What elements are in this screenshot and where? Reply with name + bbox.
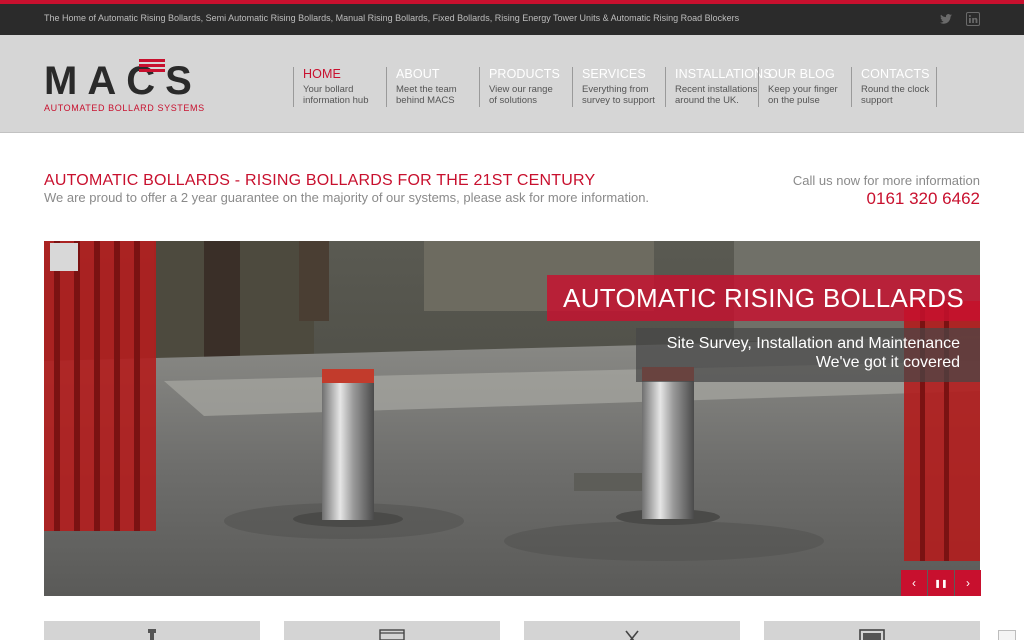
main-nav: HOME Your bollard information hub ABOUT … bbox=[293, 67, 937, 107]
logo-bars-icon bbox=[139, 59, 165, 74]
nav-desc-line1: Everything from bbox=[582, 84, 649, 95]
nav-item-services[interactable]: SERVICES Everything from survey to suppo… bbox=[572, 67, 665, 107]
slide-title-banner: AUTOMATIC RISING BOLLARDS bbox=[547, 275, 980, 321]
nav-title: PRODUCTS bbox=[489, 67, 560, 81]
slide-subtitle-banner: Site Survey, Installation and Maintenanc… bbox=[636, 328, 980, 382]
nav-desc-line2: on the pulse bbox=[768, 95, 820, 106]
nav-desc-line1: Your bollard bbox=[303, 84, 354, 95]
feature-tile-installations[interactable] bbox=[764, 621, 980, 640]
nav-item-about[interactable]: ABOUT Meet the team behind MACS bbox=[386, 67, 479, 107]
feature-tile-products[interactable] bbox=[284, 621, 500, 640]
nav-desc-line2: information hub bbox=[303, 95, 369, 106]
call-label: Call us now for more information bbox=[792, 173, 980, 188]
nav-desc-line1: Keep your finger bbox=[768, 84, 838, 95]
nav-desc-line1: Recent installations bbox=[675, 84, 758, 95]
slide-title: AUTOMATIC RISING BOLLARDS bbox=[563, 283, 964, 313]
box-icon bbox=[379, 629, 405, 640]
site-tagline: The Home of Automatic Rising Bollards, S… bbox=[44, 13, 740, 23]
nav-item-installations[interactable]: INSTALLATIONS Recent installations aroun… bbox=[665, 67, 772, 107]
twitter-icon[interactable] bbox=[939, 12, 953, 26]
intro-section: AUTOMATIC BOLLARDS - RISING BOLLARDS FOR… bbox=[44, 172, 980, 212]
slide-subtitle-line1: Site Survey, Installation and Maintenanc… bbox=[666, 335, 960, 352]
nav-title: HOME bbox=[303, 67, 341, 81]
nav-desc-line2: behind MACS bbox=[396, 95, 455, 106]
phone-number[interactable]: 0161 320 6462 bbox=[867, 189, 980, 209]
bollard-icon bbox=[148, 629, 156, 640]
slider-next-button[interactable]: › bbox=[955, 570, 981, 596]
logo-subtitle: AUTOMATED BOLLARD SYSTEMS bbox=[44, 103, 205, 113]
nav-item-contacts[interactable]: CONTACTS Round the clock support bbox=[851, 67, 937, 107]
nav-item-our-blog[interactable]: OUR BLOG Keep your finger on the pulse bbox=[758, 67, 851, 107]
slider-prev-button[interactable]: ‹ bbox=[901, 570, 927, 596]
scroll-to-top-button[interactable] bbox=[998, 630, 1016, 640]
nav-desc-line1: Meet the team bbox=[396, 84, 457, 95]
nav-item-products[interactable]: PRODUCTS View our range of solutions bbox=[479, 67, 572, 107]
nav-item-home[interactable]: HOME Your bollard information hub bbox=[293, 67, 386, 107]
nav-desc-line1: Round the clock bbox=[861, 84, 930, 95]
nav-title: ABOUT bbox=[396, 67, 440, 81]
logo-wordmark: MACS bbox=[44, 59, 202, 103]
nav-title: INSTALLATIONS bbox=[675, 67, 772, 81]
chevron-left-icon: ‹ bbox=[912, 576, 916, 590]
slide-subtitle-line2: We've got it covered bbox=[815, 354, 960, 371]
feature-tile-services[interactable] bbox=[524, 621, 740, 640]
nav-desc-line1: View our range bbox=[489, 84, 553, 95]
nav-desc-line2: support bbox=[861, 95, 893, 106]
nav-title: SERVICES bbox=[582, 67, 646, 81]
nav-desc-line2: around the UK. bbox=[675, 95, 739, 106]
nav-title: OUR BLOG bbox=[768, 67, 835, 81]
nav-desc-line2: of solutions bbox=[489, 95, 538, 106]
page-headline: AUTOMATIC BOLLARDS - RISING BOLLARDS FOR… bbox=[44, 172, 596, 189]
tools-icon bbox=[625, 630, 639, 640]
feature-tiles bbox=[44, 621, 980, 640]
monitor-icon bbox=[859, 629, 885, 640]
nav-title: CONTACTS bbox=[861, 67, 930, 81]
hero-slider: AUTOMATIC RISING BOLLARDS Site Survey, I… bbox=[44, 241, 980, 596]
slider-controls: ‹ ❚❚ › bbox=[900, 570, 981, 596]
guarantee-text: We are proud to offer a 2 year guarantee… bbox=[44, 190, 650, 205]
site-header: MACS AUTOMATED BOLLARD SYSTEMS HOME Your… bbox=[0, 35, 1024, 133]
chevron-right-icon: › bbox=[966, 576, 970, 590]
slider-pause-button[interactable]: ❚❚ bbox=[928, 570, 954, 596]
feature-tile-bollards[interactable] bbox=[44, 621, 260, 640]
pause-icon: ❚❚ bbox=[934, 578, 948, 588]
macs-logo[interactable]: MACS AUTOMATED BOLLARD SYSTEMS bbox=[44, 59, 214, 117]
nav-desc-line2: survey to support bbox=[582, 95, 655, 106]
top-bar: The Home of Automatic Rising Bollards, S… bbox=[0, 4, 1024, 35]
linkedin-icon[interactable] bbox=[966, 12, 980, 26]
